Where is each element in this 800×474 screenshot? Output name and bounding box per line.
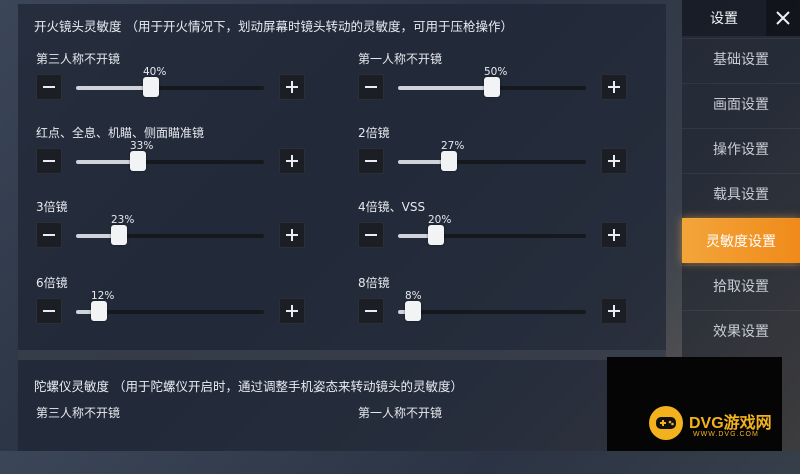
slider-track[interactable]: 33% xyxy=(76,140,264,171)
increase-button[interactable] xyxy=(279,298,305,324)
watermark-overlay: DVG游戏网 WWW.DVG.COM xyxy=(607,357,782,451)
gamepad-icon xyxy=(649,406,683,440)
plus-icon xyxy=(286,305,298,317)
slider-value: 27% xyxy=(441,140,465,152)
minus-icon xyxy=(43,160,55,162)
plus-icon xyxy=(608,229,620,241)
sidebar-item-pickup[interactable]: 拾取设置 xyxy=(682,265,800,306)
slider-track[interactable]: 8% xyxy=(398,290,586,321)
slider-value: 8% xyxy=(405,290,422,302)
close-icon xyxy=(776,11,790,25)
minus-icon xyxy=(365,160,377,162)
slider-fill xyxy=(76,86,151,90)
increase-button[interactable] xyxy=(279,222,305,248)
slider-value: 33% xyxy=(130,140,154,152)
decrease-button[interactable] xyxy=(36,298,62,324)
decrease-button[interactable] xyxy=(36,148,62,174)
setting-label: 2倍镜 xyxy=(358,126,390,140)
slider-thumb[interactable] xyxy=(91,301,107,321)
minus-icon xyxy=(43,86,55,88)
decrease-button[interactable] xyxy=(36,74,62,100)
close-button[interactable] xyxy=(766,0,800,36)
plus-icon xyxy=(286,229,298,241)
slider-track[interactable]: 40% xyxy=(76,66,264,97)
sidebar-item-basic[interactable]: 基础设置 xyxy=(682,38,800,79)
slider-thumb[interactable] xyxy=(428,225,444,245)
decrease-button[interactable] xyxy=(358,298,384,324)
setting-label: 第三人称不开镜 xyxy=(36,52,121,66)
slider-thumb[interactable] xyxy=(111,225,127,245)
increase-button[interactable] xyxy=(601,148,627,174)
minus-icon xyxy=(365,86,377,88)
setting-2x-scope: 2倍镜 27% xyxy=(358,124,658,194)
minus-icon xyxy=(43,310,55,312)
decrease-button[interactable] xyxy=(358,148,384,174)
plus-icon xyxy=(608,305,620,317)
gyro-setting-third-person: 第三人称不开镜 xyxy=(36,404,336,474)
minus-icon xyxy=(43,234,55,236)
slider-value: 20% xyxy=(428,214,452,226)
setting-label: 红点、全息、机瞄、侧面瞄准镜 xyxy=(36,126,205,140)
increase-button[interactable] xyxy=(601,222,627,248)
gyro-section-title: 陀螺仪灵敏度 （用于陀螺仪开启时，通过调整手机姿态来转动镜头的灵敏度） xyxy=(34,379,463,394)
setting-label: 6倍镜 xyxy=(36,276,68,290)
setting-label: 3倍镜 xyxy=(36,200,68,214)
setting-label: 第三人称不开镜 xyxy=(36,406,121,420)
slider-track[interactable]: 27% xyxy=(398,140,586,171)
slider-value: 40% xyxy=(143,66,167,78)
watermark-brand: DVG游戏网 xyxy=(689,415,772,432)
plus-icon xyxy=(608,81,620,93)
slider-track[interactable]: 23% xyxy=(76,214,264,245)
setting-label: 第一人称不开镜 xyxy=(358,406,443,420)
slider-fill xyxy=(76,160,138,164)
sidebar-item-vehicle[interactable]: 载具设置 xyxy=(682,173,800,214)
minus-icon xyxy=(365,310,377,312)
slider-value: 23% xyxy=(111,214,135,226)
setting-label: 4倍镜、VSS xyxy=(358,200,426,214)
slider-thumb[interactable] xyxy=(484,77,500,97)
decrease-button[interactable] xyxy=(358,74,384,100)
watermark-url: WWW.DVG.COM xyxy=(693,431,759,438)
slider-fill xyxy=(398,86,492,90)
increase-button[interactable] xyxy=(279,74,305,100)
slider-value: 50% xyxy=(484,66,508,78)
sidebar-item-controls[interactable]: 操作设置 xyxy=(682,128,800,169)
sensitivity-panel: 开火镜头灵敏度 （用于开火情况下，划动屏幕时镜头转动的灵敏度，可用于压枪操作） … xyxy=(18,4,666,451)
setting-label: 8倍镜 xyxy=(358,276,390,290)
sidebar-item-sensitivity[interactable]: 灵敏度设置 xyxy=(682,218,800,263)
decrease-button[interactable] xyxy=(36,222,62,248)
plus-icon xyxy=(608,155,620,167)
section-divider xyxy=(18,350,666,360)
fire-section-title: 开火镜头灵敏度 （用于开火情况下，划动屏幕时镜头转动的灵敏度，可用于压枪操作） xyxy=(34,19,513,34)
sidebar-item-graphics[interactable]: 画面设置 xyxy=(682,83,800,124)
setting-8x-scope: 8倍镜 8% xyxy=(358,274,658,344)
decrease-button[interactable] xyxy=(358,222,384,248)
slider-thumb[interactable] xyxy=(143,77,159,97)
slider-thumb[interactable] xyxy=(405,301,421,321)
slider-thumb[interactable] xyxy=(441,151,457,171)
setting-label: 第一人称不开镜 xyxy=(358,52,443,66)
minus-icon xyxy=(365,234,377,236)
setting-first-person-no-scope: 第一人称不开镜 50% xyxy=(358,50,658,120)
setting-4x-scope-vss: 4倍镜、VSS 20% xyxy=(358,198,658,268)
sidebar-item-effects[interactable]: 效果设置 xyxy=(682,310,800,351)
slider-track[interactable]: 50% xyxy=(398,66,586,97)
increase-button[interactable] xyxy=(601,298,627,324)
setting-third-person-no-scope: 第三人称不开镜 40% xyxy=(36,50,336,120)
plus-icon xyxy=(286,155,298,167)
slider-track[interactable]: 20% xyxy=(398,214,586,245)
slider-value: 12% xyxy=(91,290,115,302)
plus-icon xyxy=(286,81,298,93)
setting-6x-scope: 6倍镜 12% xyxy=(36,274,336,344)
slider-track[interactable]: 12% xyxy=(76,290,264,321)
slider-thumb[interactable] xyxy=(130,151,146,171)
increase-button[interactable] xyxy=(601,74,627,100)
setting-red-dot-holo: 红点、全息、机瞄、侧面瞄准镜 33% xyxy=(36,124,336,194)
sidebar-title: 设置 xyxy=(682,0,766,36)
increase-button[interactable] xyxy=(279,148,305,174)
setting-3x-scope: 3倍镜 23% xyxy=(36,198,336,268)
